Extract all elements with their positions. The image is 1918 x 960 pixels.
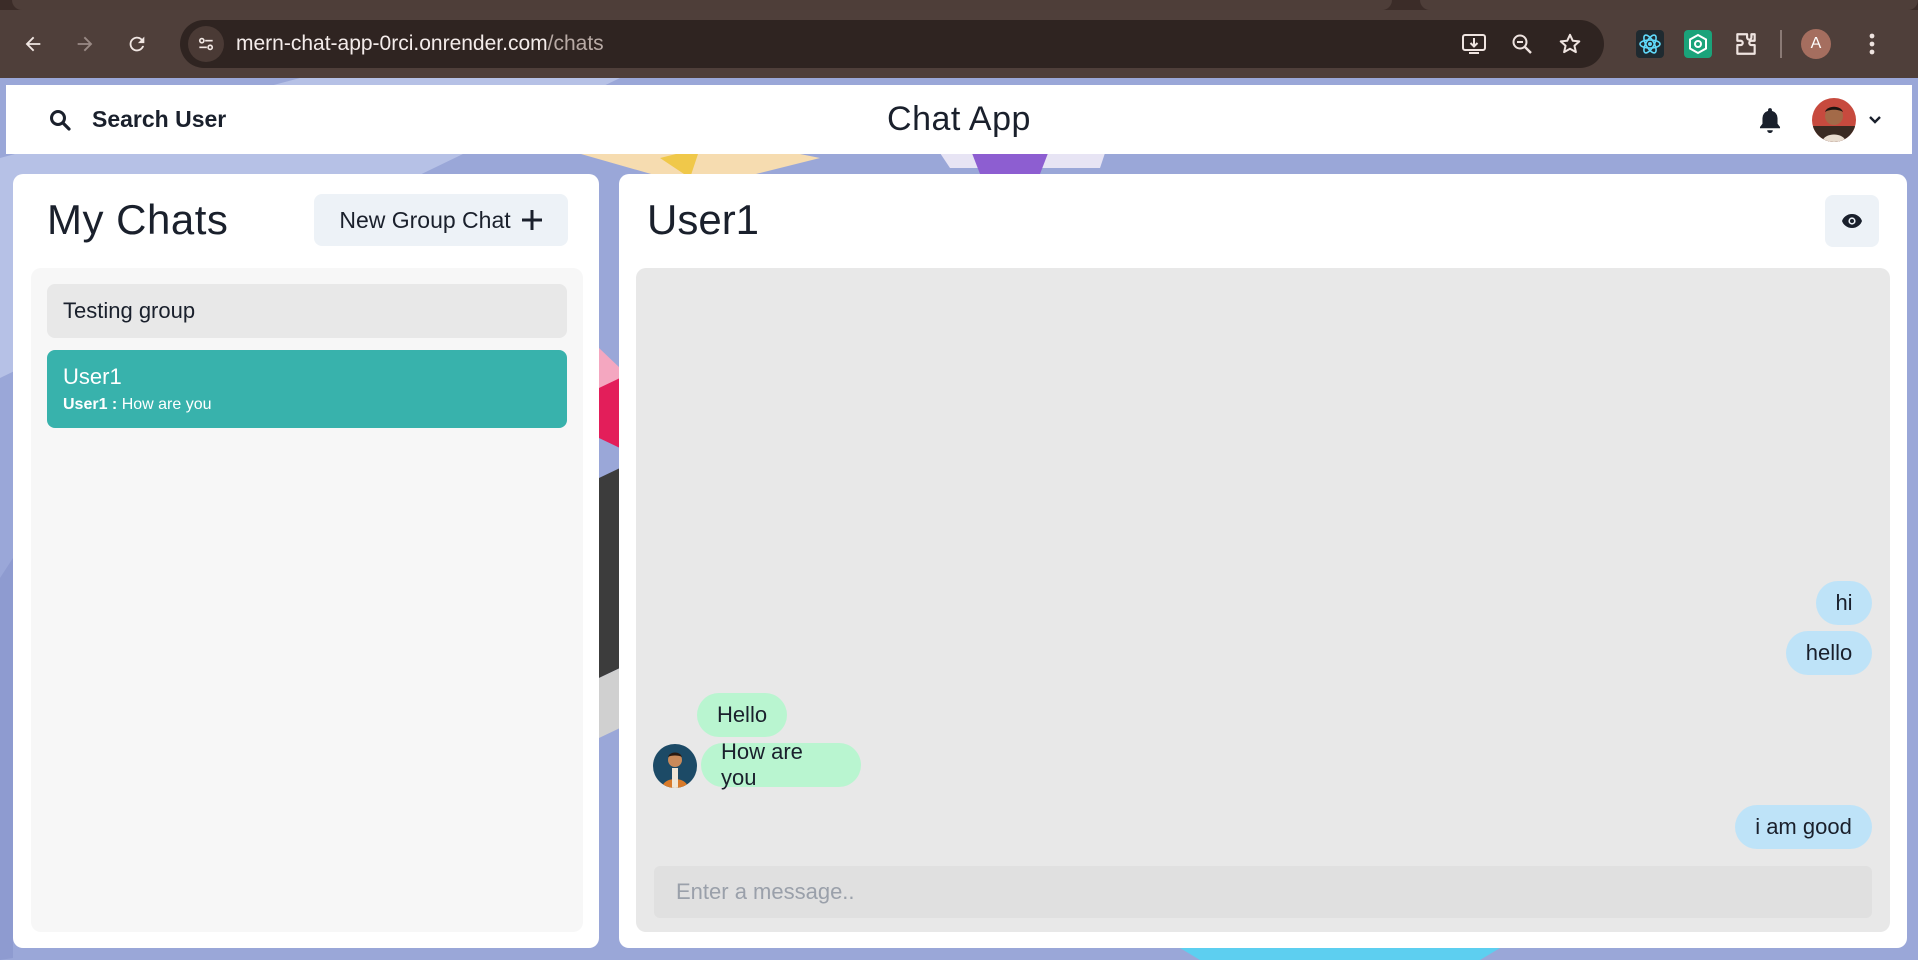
new-group-chat-button[interactable]: New Group Chat (314, 194, 568, 246)
chat-name: Testing group (63, 298, 196, 323)
browser-tab[interactable] (12, 0, 1392, 10)
chat-name: User1 (63, 364, 122, 389)
message-input[interactable] (654, 866, 1872, 918)
install-app-icon[interactable] (1450, 24, 1498, 64)
toolbar-divider (1780, 30, 1782, 58)
message-bubble-sent: hi (1816, 581, 1872, 625)
latest-message-sender: User1 : (63, 396, 118, 413)
view-profile-button[interactable] (1825, 195, 1879, 247)
latest-message-text: How are you (121, 396, 212, 413)
arrow-right-icon (77, 36, 93, 52)
bell-icon (1759, 107, 1781, 133)
chat-list-item-selected[interactable]: User1 User1 : How are you (47, 350, 567, 428)
arrow-left-icon (25, 36, 41, 52)
message-bubble-sent: i am good (1735, 805, 1872, 849)
browser-toolbar: mern-chat-app-0rci.onrender.com/chats A (0, 10, 1918, 78)
zoom-icon[interactable] (1498, 24, 1546, 64)
message-bubble-received: Hello (697, 693, 787, 737)
new-group-chat-label: New Group Chat (339, 206, 511, 233)
profile-menu-button[interactable] (1812, 97, 1882, 142)
react-devtools-extension-icon[interactable] (1626, 20, 1674, 68)
site-info-button[interactable] (188, 26, 224, 62)
my-chats-title: My Chats (47, 196, 229, 243)
back-button[interactable] (9, 20, 57, 68)
reload-icon (129, 36, 145, 52)
message-bubble-sent: hello (1786, 631, 1872, 675)
search-user-button[interactable]: Search User (40, 96, 234, 144)
chevron-down-icon (1869, 115, 1881, 124)
address-bar[interactable]: mern-chat-app-0rci.onrender.com/chats (180, 20, 1604, 68)
chat-box: User1 hi hello Hello How are you i am go… (619, 174, 1907, 948)
page-viewport: Search User Chat App My Chats New Group … (0, 78, 1918, 960)
browser-menu-button[interactable] (1848, 20, 1896, 68)
latest-message: User1 : How are you (63, 396, 212, 414)
url-path: /chats (547, 32, 604, 55)
url-text[interactable]: mern-chat-app-0rci.onrender.com/chats (236, 32, 604, 56)
chat-title: User1 (647, 196, 760, 243)
my-chats-panel: My Chats New Group Chat Testing group Us… (13, 174, 599, 948)
profile-avatar: A (1801, 29, 1831, 59)
sender-avatar[interactable] (653, 744, 697, 788)
reload-button[interactable] (113, 20, 161, 68)
kebab-menu-icon (1869, 33, 1875, 55)
app-title: Chat App (887, 100, 1031, 138)
browser-tab-strip (0, 0, 1918, 10)
bookmark-star-icon[interactable] (1546, 24, 1594, 64)
plus-icon (521, 210, 542, 230)
user-avatar (1812, 97, 1856, 142)
app-header: Search User Chat App (6, 85, 1912, 154)
eye-icon (1842, 214, 1862, 228)
browser-tab[interactable] (1420, 0, 1918, 10)
chat-list: Testing group User1 User1 : How are you (31, 268, 583, 932)
extensions-puzzle-icon[interactable] (1722, 20, 1770, 68)
notifications-button[interactable] (1750, 100, 1790, 140)
messages-area: hi hello Hello How are you i am good (636, 268, 1890, 932)
url-host: mern-chat-app-0rci.onrender.com (236, 32, 548, 55)
hexagon-extension-icon[interactable] (1674, 20, 1722, 68)
profile-button[interactable]: A (1792, 20, 1840, 68)
tune-icon (198, 37, 214, 51)
forward-button[interactable] (61, 20, 109, 68)
search-user-label: Search User (92, 106, 227, 132)
message-bubble-received: How are you (701, 739, 861, 790)
search-icon (50, 109, 71, 131)
chat-list-item[interactable]: Testing group (47, 284, 567, 338)
